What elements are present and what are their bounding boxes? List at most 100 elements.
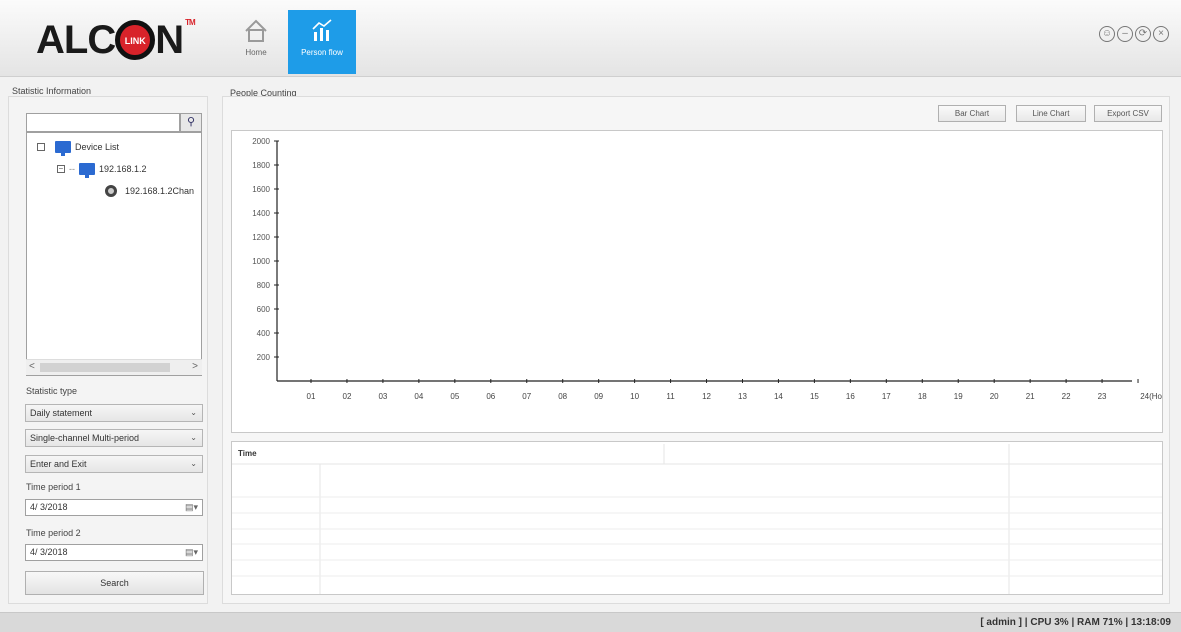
y-tick-label: 1600	[252, 185, 270, 194]
x-tick-label: 21	[1026, 392, 1035, 401]
x-tick-label: 04	[414, 392, 423, 401]
window-controls: ☺ – ⟳ ×	[1099, 26, 1169, 42]
report-period-value: Daily statement	[30, 408, 93, 418]
expand-icon[interactable]: –	[57, 165, 65, 173]
y-tick-label: 200	[257, 353, 271, 362]
scroll-thumb[interactable]	[40, 363, 170, 372]
time-period-1-value: 4/ 3/2018	[30, 502, 68, 512]
statistic-type-label: Statistic type	[26, 386, 78, 396]
app-header: ALC LINK N TM Home Person flow ☺ – ⟳ ×	[0, 0, 1181, 77]
x-tick-label: 06	[486, 392, 495, 401]
y-tick-label: 1200	[252, 233, 270, 242]
bar-chart-button[interactable]: Bar Chart	[938, 105, 1006, 122]
calendar-icon[interactable]: ▤▾	[185, 545, 198, 560]
x-tick-label: 23	[1098, 392, 1107, 401]
tree-device-row[interactable]: – -- 192.168.1.2	[57, 163, 147, 178]
y-tick-label: 600	[257, 305, 271, 314]
restore-icon[interactable]: ⟳	[1135, 26, 1151, 42]
direction-value: Enter and Exit	[30, 459, 87, 469]
alcon-logo: ALC LINK N TM	[36, 18, 196, 63]
close-icon[interactable]: ×	[1153, 26, 1169, 42]
device-icon	[79, 163, 95, 178]
time-period-1-label: Time period 1	[26, 482, 81, 492]
x-tick-label: 19	[954, 392, 963, 401]
chevron-down-icon: ⌄	[190, 408, 197, 417]
chevron-down-icon: ⌄	[190, 459, 197, 468]
export-csv-button[interactable]: Export CSV	[1094, 105, 1162, 122]
status-bar: [ admin ] | CPU 3% | RAM 71% | 13:18:09	[0, 612, 1181, 632]
x-tick-label: 15	[810, 392, 819, 401]
device-list-icon	[55, 141, 71, 156]
tree-channel-label: 192.168.1.2Chan	[125, 186, 195, 196]
x-tick-label: 22	[1062, 392, 1071, 401]
tree-channel-row[interactable]: 192.168.1.2Chan	[105, 185, 194, 197]
x-tick-label: 14	[774, 392, 783, 401]
nav-home-button[interactable]: Home	[222, 10, 290, 74]
logo-text-left: ALC	[36, 18, 116, 62]
channel-mode-value: Single-channel Multi-period	[30, 433, 140, 443]
nav-home-label: Home	[245, 48, 267, 57]
x-tick-label: 16	[846, 392, 855, 401]
time-period-1-date[interactable]: 4/ 3/2018 ▤▾	[25, 499, 203, 516]
direction-select[interactable]: Enter and Exit ⌄	[25, 455, 203, 473]
x-tick-label: 08	[558, 392, 567, 401]
tree-root-label: Device List	[75, 142, 120, 152]
x-tick-label: 02	[343, 392, 352, 401]
device-tree[interactable]: Device List – -- 192.168.1.2 192.168.1.2…	[26, 132, 202, 376]
device-search-input[interactable]	[26, 113, 180, 132]
x-tick-label: 09	[594, 392, 603, 401]
search-button[interactable]: Search	[25, 571, 204, 595]
scroll-right-icon[interactable]: >	[192, 361, 198, 372]
report-period-select[interactable]: Daily statement ⌄	[25, 404, 203, 422]
y-tick-label: 1400	[252, 209, 270, 218]
x-tick-label: 17	[882, 392, 891, 401]
x-tick-label: 07	[522, 392, 531, 401]
people-counting-chart: 2000 1800 1600 1400 1200 1000 800 600 400 200 01 02…	[231, 130, 1172, 433]
x-tick-label: 10	[630, 392, 639, 401]
logo-trademark: TM	[185, 18, 196, 27]
time-period-2-label: Time period 2	[26, 528, 81, 538]
calendar-icon[interactable]: ▤▾	[185, 500, 198, 515]
nav-person-flow-button[interactable]: Person flow	[288, 10, 356, 74]
home-icon	[245, 19, 267, 42]
scroll-left-icon[interactable]: <	[29, 361, 35, 372]
tree-horizontal-scrollbar[interactable]: < >	[26, 359, 202, 375]
search-icon[interactable]: ⚲	[180, 113, 202, 132]
channel-mode-select[interactable]: Single-channel Multi-period ⌄	[25, 429, 203, 447]
x-tick-label: 01	[307, 392, 316, 401]
tree-root-row[interactable]: Device List	[37, 141, 120, 156]
x-tick-label: 03	[378, 392, 387, 401]
tree-device-label: 192.168.1.2	[99, 164, 147, 174]
person-flow-icon	[312, 19, 332, 41]
x-tick-label: 24(Hour)	[1140, 392, 1162, 401]
camera-icon	[105, 185, 117, 197]
y-tick-label: 1800	[252, 161, 270, 170]
logo-ring-icon: LINK	[115, 20, 156, 60]
x-tick-label: 05	[450, 392, 459, 401]
logo-text-right: N	[155, 18, 184, 62]
minimize-icon[interactable]: –	[1117, 26, 1133, 42]
collapse-icon[interactable]	[37, 143, 45, 151]
logo-ring-text: LINK	[124, 36, 146, 46]
nav-person-flow-label: Person flow	[301, 48, 343, 57]
x-tick-label: 20	[990, 392, 999, 401]
y-tick-label: 800	[257, 281, 271, 290]
line-chart-button[interactable]: Line Chart	[1016, 105, 1086, 122]
time-period-2-date[interactable]: 4/ 3/2018 ▤▾	[25, 544, 203, 561]
user-icon[interactable]: ☺	[1099, 26, 1115, 42]
x-tick-label: 13	[738, 392, 747, 401]
x-tick-label: 12	[702, 392, 711, 401]
table-header-time: Time	[238, 449, 257, 458]
chevron-down-icon: ⌄	[190, 433, 197, 442]
x-tick-label: 11	[666, 392, 675, 401]
statistic-information-title: Statistic Information	[12, 86, 92, 96]
y-tick-label: 400	[257, 329, 271, 338]
results-table: Time	[231, 441, 1163, 595]
status-text: [ admin ] | CPU 3% | RAM 71% | 13:18:09	[980, 617, 1171, 628]
y-tick-label: 2000	[252, 137, 270, 146]
y-tick-label: 1000	[252, 257, 270, 266]
x-tick-label: 18	[918, 392, 927, 401]
time-period-2-value: 4/ 3/2018	[30, 547, 68, 557]
results-table-grid	[232, 444, 1162, 594]
chart-svg: 2000 1800 1600 1400 1200 1000 800 600 400 200 01 02…	[252, 137, 1172, 401]
